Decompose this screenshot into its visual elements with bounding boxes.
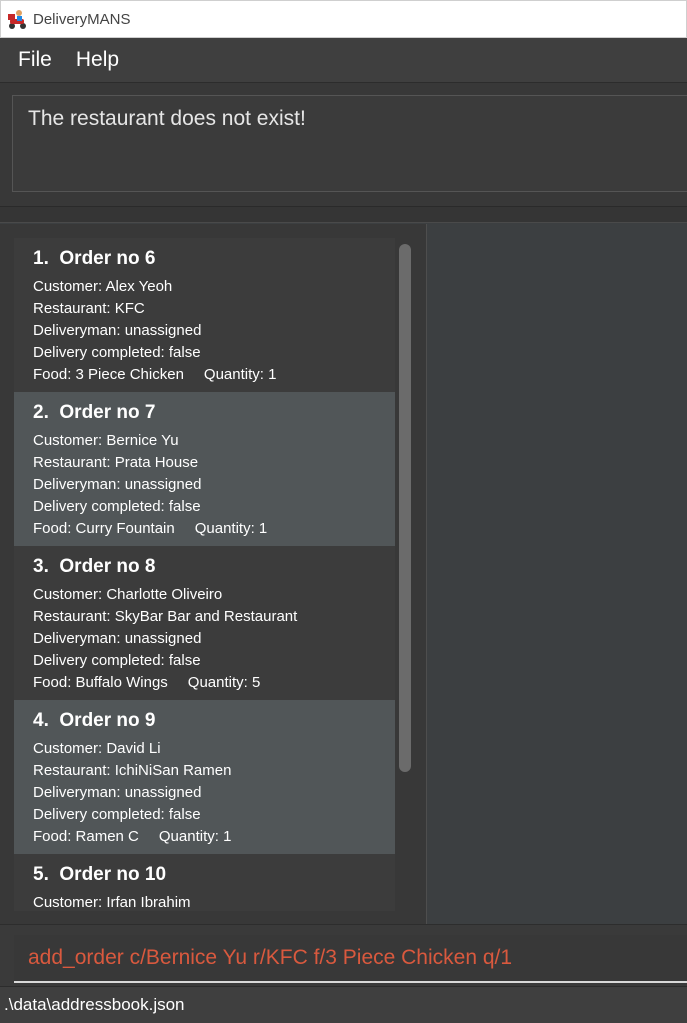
order-title: 1. Order no 6	[33, 248, 156, 269]
order-customer: Customer: David Li	[33, 740, 161, 757]
order-deliveryman: Deliveryman: unassigned	[33, 476, 202, 493]
order-completed: Delivery completed: false	[33, 806, 201, 823]
order-list[interactable]: 1. Order no 6 Customer: Alex Yeoh Restau…	[14, 238, 395, 911]
order-completed: Delivery completed: false	[33, 498, 201, 515]
order-card[interactable]: 5. Order no 10 Customer: Irfan Ibrahim	[14, 854, 395, 911]
result-display[interactable]: The restaurant does not exist!	[12, 95, 687, 192]
order-deliveryman: Deliveryman: unassigned	[33, 322, 202, 339]
menu-help[interactable]: Help	[76, 48, 119, 72]
order-customer: Customer: Bernice Yu	[33, 432, 179, 449]
order-food: Food: Ramen C	[33, 828, 139, 845]
order-card[interactable]: 2. Order no 7 Customer: Bernice Yu Resta…	[14, 392, 395, 546]
order-quantity: Quantity: 1	[194, 520, 268, 537]
order-customer: Customer: Irfan Ibrahim	[33, 894, 191, 911]
order-card[interactable]: 1. Order no 6 Customer: Alex Yeoh Restau…	[14, 238, 395, 392]
order-card[interactable]: 3. Order no 8 Customer: Charlotte Olivei…	[14, 546, 395, 700]
order-title: 3. Order no 8	[33, 556, 156, 577]
order-restaurant: Restaurant: Prata House	[33, 454, 199, 471]
window-title: DeliveryMANS	[33, 10, 131, 28]
order-title: 5. Order no 10	[33, 864, 167, 885]
order-title: 4. Order no 9	[33, 710, 156, 731]
order-completed: Delivery completed: false	[33, 652, 201, 669]
result-message: The restaurant does not exist!	[28, 107, 306, 130]
save-location: .\data\addressbook.json	[4, 995, 185, 1014]
order-quantity: Quantity: 5	[187, 674, 261, 691]
order-food: Food: Curry Fountain	[33, 520, 175, 537]
order-deliveryman: Deliveryman: unassigned	[33, 630, 202, 647]
command-input[interactable]	[14, 935, 687, 983]
order-food-row: Food: Curry Fountain Quantity: 1	[33, 518, 395, 540]
order-food: Food: Buffalo Wings	[33, 674, 168, 691]
order-food-row: Food: 3 Piece Chicken Quantity: 1	[33, 364, 395, 386]
order-restaurant: Restaurant: IchiNiSan Ramen	[33, 762, 232, 779]
split-divider[interactable]	[0, 207, 687, 223]
result-display-area: The restaurant does not exist!	[0, 83, 687, 207]
menu-file[interactable]: File	[18, 48, 52, 72]
order-food: Food: 3 Piece Chicken	[33, 366, 184, 383]
status-bar: .\data\addressbook.json	[0, 986, 687, 1023]
order-deliveryman: Deliveryman: unassigned	[33, 784, 202, 801]
order-card[interactable]: 4. Order no 9 Customer: David Li Restaur…	[14, 700, 395, 854]
detail-panel	[428, 224, 687, 924]
order-customer: Customer: Charlotte Oliveiro	[33, 586, 223, 603]
order-food-row: Food: Buffalo Wings Quantity: 5	[33, 672, 395, 694]
order-food-row: Food: Ramen C Quantity: 1	[33, 826, 395, 848]
order-restaurant: Restaurant: KFC	[33, 300, 145, 317]
order-list-panel: 1. Order no 6 Customer: Alex Yeoh Restau…	[0, 224, 427, 924]
delivery-scooter-icon	[6, 8, 28, 30]
order-list-scrollbar[interactable]	[397, 241, 413, 911]
title-bar: DeliveryMANS	[0, 0, 687, 38]
order-quantity: Quantity: 1	[203, 366, 277, 383]
menu-bar: File Help	[0, 38, 687, 83]
order-quantity: Quantity: 1	[158, 828, 232, 845]
order-customer: Customer: Alex Yeoh	[33, 278, 173, 295]
order-restaurant: Restaurant: SkyBar Bar and Restaurant	[33, 608, 298, 625]
order-title: 2. Order no 7	[33, 402, 156, 423]
command-box	[0, 924, 687, 986]
scrollbar-thumb[interactable]	[399, 244, 411, 772]
order-completed: Delivery completed: false	[33, 344, 201, 361]
